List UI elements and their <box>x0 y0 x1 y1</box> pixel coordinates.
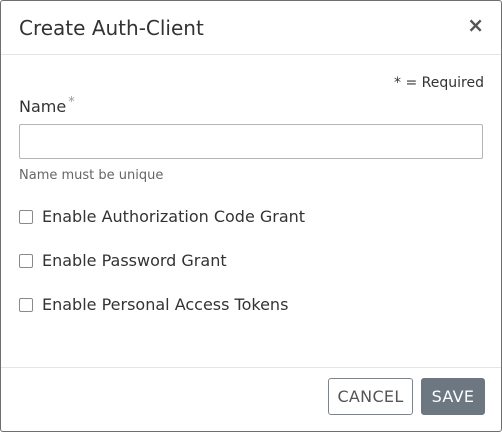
authorization-code-grant-checkbox[interactable] <box>19 209 33 224</box>
authorization-code-grant-option[interactable]: Enable Authorization Code Grant <box>19 207 305 226</box>
dialog-title: Create Auth-Client <box>19 16 204 40</box>
personal-access-tokens-label: Enable Personal Access Tokens <box>42 295 289 314</box>
name-label-text: Name <box>19 97 67 116</box>
name-input[interactable] <box>19 124 483 159</box>
dialog-footer: CANCEL SAVE <box>1 367 501 432</box>
save-button[interactable]: SAVE <box>421 378 485 415</box>
dialog-header: Create Auth-Client × <box>1 1 501 55</box>
password-grant-option[interactable]: Enable Password Grant <box>19 251 227 270</box>
create-auth-client-dialog: Create Auth-Client × * = Required Name * … <box>0 0 502 432</box>
required-star: * <box>68 95 75 110</box>
authorization-code-grant-label: Enable Authorization Code Grant <box>42 207 306 226</box>
required-note: * = Required <box>394 75 484 91</box>
personal-access-tokens-checkbox[interactable] <box>19 297 33 312</box>
personal-access-tokens-option[interactable]: Enable Personal Access Tokens <box>19 295 288 314</box>
password-grant-checkbox[interactable] <box>19 253 33 268</box>
close-icon[interactable]: × <box>467 13 484 37</box>
name-help-text: Name must be unique <box>19 168 164 183</box>
password-grant-label: Enable Password Grant <box>42 251 227 270</box>
name-label: Name * <box>19 95 75 116</box>
cancel-button[interactable]: CANCEL <box>328 378 413 415</box>
